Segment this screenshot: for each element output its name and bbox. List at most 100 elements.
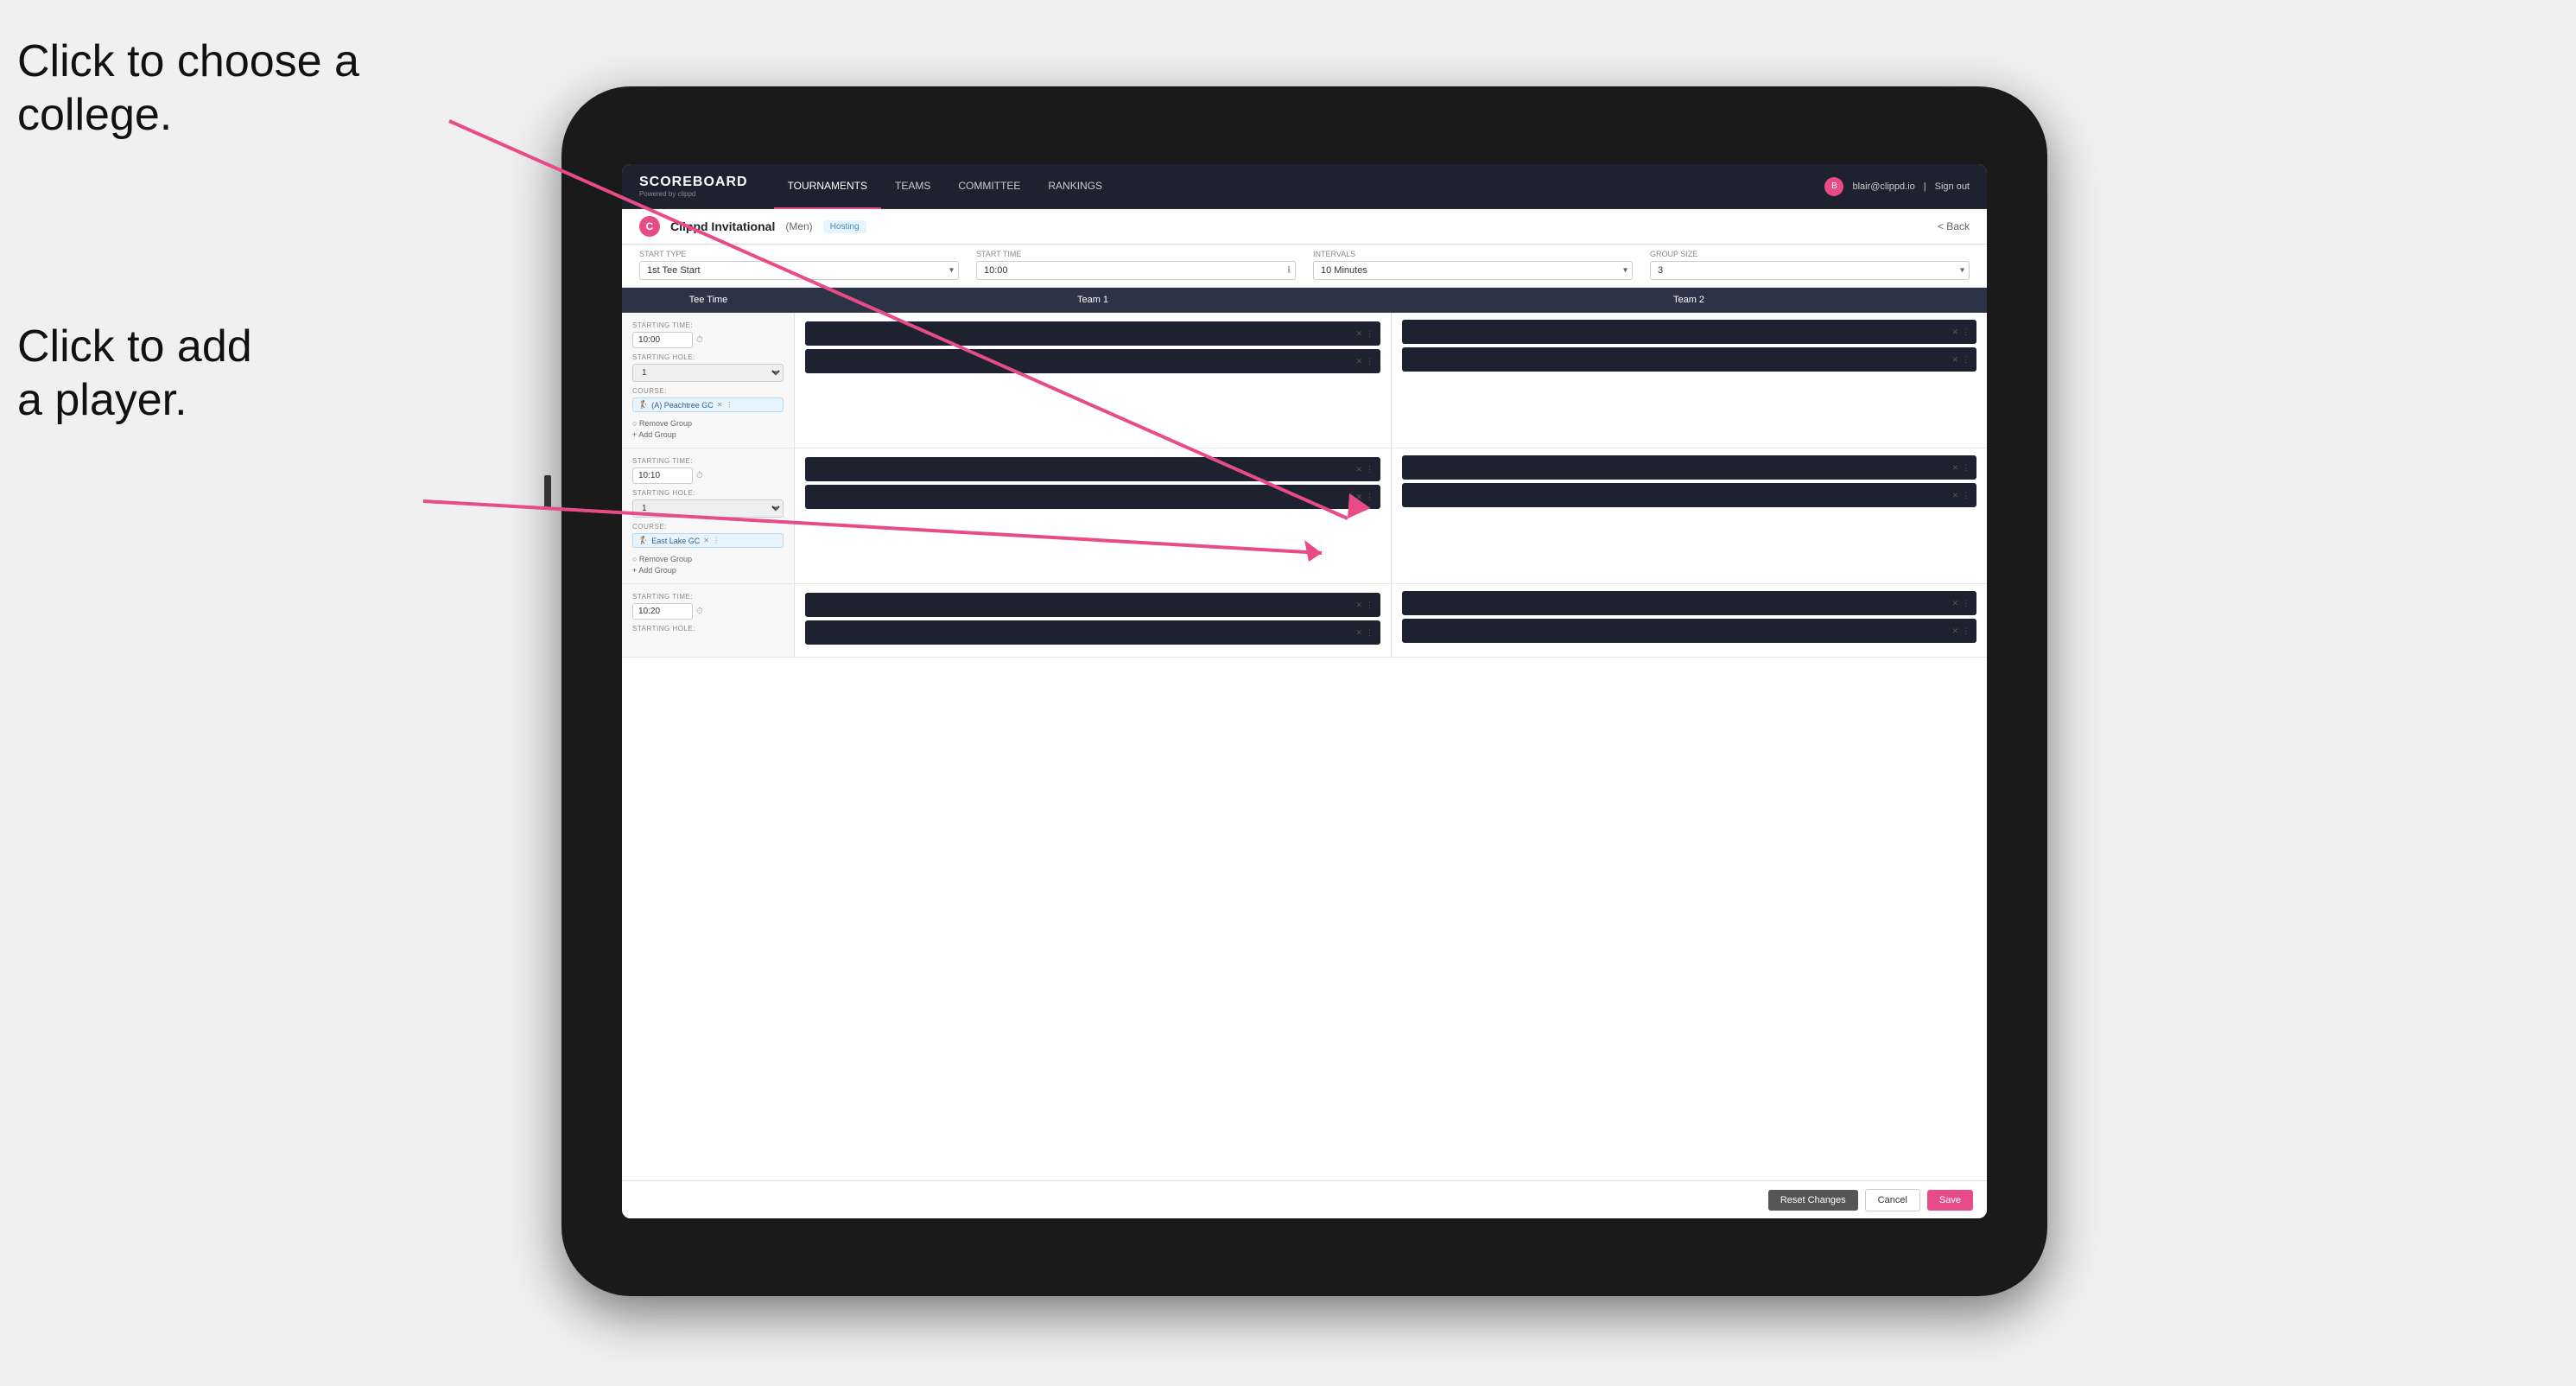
player-slot-0-1[interactable]: ✕ ⋮ (805, 349, 1380, 373)
nav-tournaments[interactable]: TOURNAMENTS (774, 164, 881, 209)
course-tag-remove-0[interactable]: ✕ (717, 401, 723, 409)
course-label-0: COURSE: (632, 387, 784, 395)
player-slot-icon-2-1: ✕ (1355, 628, 1362, 638)
nav-committee[interactable]: COMMITTEE (944, 164, 1034, 209)
player-slot-icon-1-1: ✕ (1355, 493, 1362, 502)
team2-slot-icon-0-0: ✕ (1951, 327, 1958, 337)
group-team1-1: ✕ ⋮ ✕ ⋮ (795, 448, 1391, 583)
sign-out-link[interactable]: Sign out (1935, 181, 1970, 192)
add-group-btn-0[interactable]: + Add Group (632, 430, 784, 439)
start-time-label: Start Time (976, 250, 1296, 258)
course-tag-edit-0[interactable]: ⋮ (726, 401, 733, 409)
team2-slot-edit-1-0: ⋮ (1962, 463, 1970, 473)
th-team2: Team 2 (1391, 288, 1987, 312)
add-group-btn-1[interactable]: + Add Group (632, 566, 784, 575)
intervals-select[interactable]: 10 Minutes (1313, 261, 1633, 280)
start-type-label: Start Type (639, 250, 959, 258)
start-type-select-wrapper: 1st Tee Start (639, 261, 959, 280)
starting-time-label-1: STARTING TIME: (632, 457, 784, 465)
intervals-group: Intervals 10 Minutes (1313, 250, 1633, 280)
starting-hole-label-2: STARTING HOLE: (632, 625, 784, 633)
starting-hole-select-1[interactable]: 1 (632, 499, 784, 518)
group-size-select-wrapper: 3 (1650, 261, 1970, 280)
remove-group-btn-0[interactable]: ○ Remove Group (632, 419, 784, 428)
info-icon: ℹ (1287, 266, 1291, 276)
team2-slot-icon-1-1: ✕ (1951, 491, 1958, 500)
group-starting-time-field-1: STARTING TIME: ⏱ (632, 457, 784, 484)
annotation-add-player: Click to adda player. (17, 320, 252, 428)
team2-slot-edit-0-1: ⋮ (1962, 355, 1970, 365)
tablet-device: SCOREBOARD Powered by clippd TOURNAMENTS… (562, 86, 2047, 1296)
course-tag-remove-1[interactable]: ✕ (703, 537, 709, 544)
reset-changes-button[interactable]: Reset Changes (1768, 1190, 1858, 1211)
group-course-field-0: COURSE: 🏌 (A) Peachtree GC ✕ ⋮ (632, 387, 784, 412)
clock-icon-2: ⏱ (696, 607, 703, 616)
team2-slot-0-0[interactable]: ✕ ⋮ (1402, 320, 1976, 344)
player-slot-2-0[interactable]: ✕ ⋮ (805, 593, 1380, 617)
starting-time-label-2: STARTING TIME: (632, 593, 784, 601)
nav-rankings[interactable]: RANKINGS (1034, 164, 1116, 209)
group-size-select[interactable]: 3 (1650, 261, 1970, 280)
start-type-group: Start Type 1st Tee Start (639, 250, 959, 280)
course-tag-text-1: East Lake GC (651, 537, 700, 545)
main-content: STARTING TIME: ⏱ STARTING HOLE: 1 (622, 313, 1987, 1180)
start-type-select[interactable]: 1st Tee Start (639, 261, 959, 280)
cancel-button[interactable]: Cancel (1865, 1189, 1920, 1211)
table-row: STARTING TIME: ⏱ STARTING HOLE: ✕ ⋮ (622, 584, 1987, 658)
group-starting-hole-field-2: STARTING HOLE: (632, 625, 784, 633)
team2-slot-0-1[interactable]: ✕ ⋮ (1402, 347, 1976, 372)
group-team2-1: ✕ ⋮ ✕ ⋮ (1391, 448, 1987, 583)
bottom-bar: Reset Changes Cancel Save (622, 1180, 1987, 1218)
group-starting-time-field-0: STARTING TIME: ⏱ (632, 321, 784, 348)
save-button[interactable]: Save (1927, 1190, 1973, 1211)
nav-links: TOURNAMENTS TEAMS COMMITTEE RANKINGS (774, 164, 1825, 209)
group-team1-0: ✕ ⋮ ✕ ⋮ (795, 313, 1391, 448)
course-label-1: COURSE: (632, 523, 784, 531)
player-slot-edit-2-1: ⋮ (1366, 628, 1374, 638)
player-slot-2-1[interactable]: ✕ ⋮ (805, 620, 1380, 645)
starting-time-label-0: STARTING TIME: (632, 321, 784, 329)
group-left-2: STARTING TIME: ⏱ STARTING HOLE: (622, 584, 795, 657)
team2-slot-1-1[interactable]: ✕ ⋮ (1402, 483, 1976, 507)
course-tag-0[interactable]: 🏌 (A) Peachtree GC ✕ ⋮ (632, 397, 784, 412)
remove-group-btn-1[interactable]: ○ Remove Group (632, 555, 784, 563)
intervals-label: Intervals (1313, 250, 1633, 258)
tournament-gender: (Men) (785, 220, 812, 232)
back-button[interactable]: < Back (1938, 220, 1970, 232)
starting-time-input-2[interactable] (632, 603, 693, 620)
player-slot-0-0[interactable]: ✕ ⋮ (805, 321, 1380, 346)
player-slot-1-0[interactable]: ✕ ⋮ (805, 457, 1380, 481)
starting-time-input-0[interactable] (632, 332, 693, 348)
starting-hole-label-0: STARTING HOLE: (632, 353, 784, 361)
table-row: STARTING TIME: ⏱ STARTING HOLE: 1 (622, 313, 1987, 448)
th-team1: Team 1 (795, 288, 1391, 312)
starting-hole-select-wrapper-1: 1 (632, 499, 784, 518)
hosting-badge: Hosting (823, 220, 866, 233)
player-slot-icon-1-0: ✕ (1355, 465, 1362, 474)
starting-hole-label-1: STARTING HOLE: (632, 489, 784, 497)
start-time-input-wrapper: ℹ (976, 261, 1296, 280)
team2-slot-2-0[interactable]: ✕ ⋮ (1402, 591, 1976, 615)
tablet-side-button (544, 475, 551, 510)
user-avatar: B (1824, 177, 1843, 196)
team2-slot-edit-0-0: ⋮ (1962, 327, 1970, 337)
course-tag-edit-1[interactable]: ⋮ (713, 537, 720, 544)
course-tag-1[interactable]: 🏌 East Lake GC ✕ ⋮ (632, 533, 784, 548)
logo-area: SCOREBOARD Powered by clippd (639, 175, 748, 198)
team2-slot-1-0[interactable]: ✕ ⋮ (1402, 455, 1976, 480)
clock-icon-0: ⏱ (696, 335, 703, 345)
team2-slot-edit-1-1: ⋮ (1962, 491, 1970, 500)
team2-slot-2-1[interactable]: ✕ ⋮ (1402, 619, 1976, 643)
table-row: STARTING TIME: ⏱ STARTING HOLE: 1 (622, 448, 1987, 584)
starting-time-input-1[interactable] (632, 467, 693, 484)
starting-hole-select-0[interactable]: 1 (632, 364, 784, 382)
player-slot-1-1[interactable]: ✕ ⋮ (805, 485, 1380, 509)
annotation-choose-college: Click to choose acollege. (17, 35, 359, 143)
team2-slot-edit-2-0: ⋮ (1962, 599, 1970, 608)
start-time-input[interactable] (976, 261, 1296, 280)
nav-teams[interactable]: TEAMS (881, 164, 944, 209)
group-actions-1: ○ Remove Group + Add Group (632, 555, 784, 575)
group-starting-hole-field-1: STARTING HOLE: 1 (632, 489, 784, 518)
group-left-1: STARTING TIME: ⏱ STARTING HOLE: 1 (622, 448, 795, 583)
group-starting-time-field-2: STARTING TIME: ⏱ (632, 593, 784, 620)
